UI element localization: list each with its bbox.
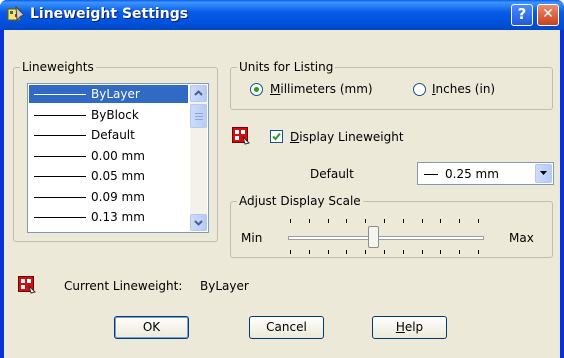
scale-tick [422, 250, 423, 254]
scale-tick [384, 219, 385, 223]
scale-tick [440, 250, 441, 254]
dropdown-arrow-icon [540, 171, 547, 175]
window-title: Lineweight Settings [30, 6, 189, 22]
lineweight-item-label: Default [91, 128, 135, 142]
current-lineweight-value: ByLayer [200, 279, 249, 293]
scale-tick [346, 250, 347, 254]
combo-line-sample [424, 174, 438, 175]
scale-track[interactable] [288, 236, 484, 240]
scale-tick [422, 219, 423, 223]
display-lineweight-label[interactable]: Display Lineweight [290, 130, 404, 144]
current-lineweight-label: Current Lineweight: [64, 279, 183, 293]
scale-min-label: Min [241, 231, 263, 245]
lineweight-app-icon [7, 6, 25, 22]
lineweight-sample-line [34, 176, 86, 177]
scroll-up-button[interactable] [190, 85, 207, 102]
title-help-button[interactable]: ? [511, 4, 533, 26]
lineweights-listbox[interactable]: ByLayer ByBlock Default 0.00 mm 0.05 mm 0.09 … [27, 83, 209, 233]
title-bar[interactable]: Lineweight Settings ? ✕ [0, 0, 564, 30]
lineweight-item[interactable]: Default [29, 126, 188, 144]
scroll-down-button[interactable] [190, 214, 207, 231]
scale-legend: Adjust Display Scale [237, 194, 363, 208]
lineweight-item[interactable]: ByLayer [29, 85, 188, 103]
lineweight-item[interactable]: 0.09 mm [29, 188, 188, 206]
scale-tick [459, 250, 460, 254]
lineweight-item[interactable]: 0.00 mm [29, 147, 188, 165]
lineweight-sample-line [34, 135, 86, 136]
scale-tick [346, 219, 347, 223]
lineweight-item-label: 0.00 mm [91, 148, 145, 163]
inches-label[interactable]: Inches (in) [432, 82, 495, 96]
default-lineweight-value: 0.25 mm [445, 167, 499, 181]
default-lineweight-combo[interactable]: 0.25 mm [417, 162, 554, 185]
lineweight-item-label: 0.09 mm [91, 189, 145, 204]
lineweight-item-label: ByLayer [91, 87, 140, 101]
inches-radio[interactable] [413, 83, 426, 96]
scale-tick [309, 219, 310, 223]
scale-tick [478, 250, 479, 254]
chevron-up-icon [194, 90, 203, 96]
scale-tick [365, 219, 366, 223]
lineweight-item[interactable]: 0.13 mm [29, 208, 188, 226]
millimeters-radio[interactable] [250, 83, 263, 96]
lineweight-sample-line [34, 94, 86, 95]
display-lineweight-checkbox[interactable] [270, 130, 283, 143]
scale-tick [290, 219, 291, 223]
scroll-thumb[interactable] [190, 104, 207, 128]
lineweight-sample-line [34, 155, 86, 157]
scale-tick [440, 219, 441, 223]
scale-tick [365, 250, 366, 254]
lineweight-item[interactable]: ByBlock [29, 106, 188, 124]
scale-slider-thumb[interactable] [368, 226, 379, 248]
help-button[interactable]: Help [372, 316, 447, 339]
scale-max-label: Max [509, 231, 534, 245]
current-lineweight-icon [18, 276, 36, 294]
lineweight-item-label: 0.05 mm [91, 169, 145, 183]
lineweight-display-icon [232, 127, 250, 145]
scale-tick [309, 250, 310, 254]
millimeters-label[interactable]: Millimeters (mm) [270, 82, 373, 96]
scale-tick [403, 219, 404, 223]
scale-tick [328, 250, 329, 254]
lineweights-legend: Lineweights [20, 60, 96, 74]
lineweight-sample-line [34, 114, 86, 116]
lineweight-item-label: ByBlock [91, 107, 139, 122]
default-label: Default [310, 167, 354, 181]
units-legend: Units for Listing [237, 60, 336, 74]
lineweight-item[interactable]: 0.05 mm [29, 167, 188, 185]
scale-tick [290, 250, 291, 254]
checkmark-icon [272, 132, 281, 141]
scale-tick [478, 219, 479, 223]
chevron-down-icon [194, 220, 203, 226]
lineweight-sample-line [34, 196, 86, 198]
scale-tick [328, 219, 329, 223]
lineweight-item-label: 0.13 mm [91, 210, 145, 224]
scale-tick [384, 250, 385, 254]
combo-dropdown-button[interactable] [535, 164, 552, 183]
ok-button[interactable]: OK [114, 316, 189, 339]
scale-tick [459, 219, 460, 223]
lineweights-scrollbar[interactable] [190, 85, 207, 231]
lineweight-sample-line [34, 217, 86, 218]
title-close-button[interactable]: ✕ [537, 4, 559, 26]
scale-group: Adjust Display Scale [230, 194, 553, 258]
cancel-button[interactable]: Cancel [249, 316, 324, 339]
scale-tick [403, 250, 404, 254]
